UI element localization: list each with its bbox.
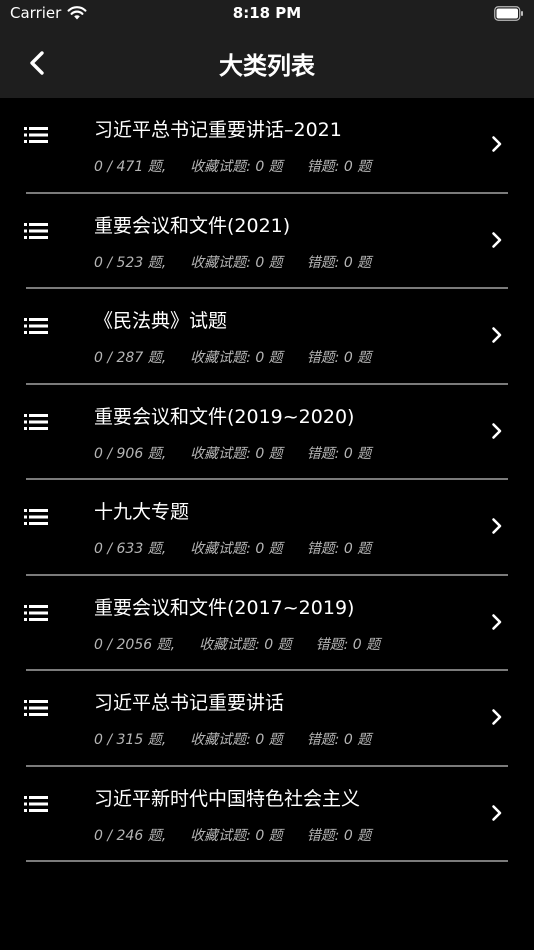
chevron-right-icon xyxy=(492,422,502,439)
status-time: 8:18 PM xyxy=(232,4,302,22)
progress-count: 0 / 246 题, xyxy=(94,827,167,844)
page-title: 大类列表 xyxy=(219,52,315,80)
list-icon xyxy=(24,222,48,239)
favorites-count: 收藏试题: 0 题 xyxy=(190,732,283,748)
errors-count: 错题: 0 题 xyxy=(306,159,372,175)
category-stats: 0 / 633 题, 收藏试题: 0 题 错题: 0 题 xyxy=(94,538,371,558)
category-row[interactable]: 重要会议和文件(2017~2019) 0 / 2056 题, 收藏试题: 0 题 错… xyxy=(0,576,534,671)
errors-count: 错题: 0 题 xyxy=(315,636,381,653)
chevron-right-icon xyxy=(492,613,502,630)
category-row[interactable]: 重要会议和文件(2021) 0 / 523 题, 收藏试题: 0 题 错题: 0 题 xyxy=(0,194,534,289)
chevron-right-icon xyxy=(492,327,502,343)
category-row[interactable]: 习近平总书记重要讲话 0 / 315 题, 收藏试题: 0 题 错题: 0 题 xyxy=(0,671,534,767)
favorites-count: 收藏试题: 0 题 xyxy=(199,636,292,653)
errors-count: 错题: 0 题 xyxy=(306,254,372,271)
category-list: 习近平总书记重要讲话–2021 0 / 471 题, 收藏试题: 0 题错题: 0… xyxy=(0,98,534,862)
chevron-right-icon xyxy=(492,231,502,248)
list-icon xyxy=(24,127,48,143)
chevron-right-icon xyxy=(492,804,502,821)
errors-count: 错题: 0 题 xyxy=(306,445,372,462)
category-row[interactable]: 习近平新时代中国特色社会主义 0 / 246 题, 收藏试题: 0 题 错题: 0 … xyxy=(0,767,534,862)
list-icon xyxy=(24,413,48,430)
category-title: 重要会议和文件(2019~2020) xyxy=(94,405,355,428)
list-icon xyxy=(24,604,48,621)
category-row[interactable]: 《民法典》试题 0 / 287 题, 收藏试题: 0 题 错题: 0 题 xyxy=(0,289,534,385)
category-stats: 0 / 906 题, 收藏试题: 0 题 错题: 0 题 xyxy=(94,443,371,463)
category-row[interactable]: 十九大专题 0 / 633 题, 收藏试题: 0 题 错题: 0 题 xyxy=(0,480,534,576)
category-stats: 0 / 2056 题, 收藏试题: 0 题 错题: 0 题 xyxy=(94,634,380,654)
battery-icon xyxy=(494,6,523,21)
list-icon xyxy=(24,318,48,334)
progress-count: 0 / 471 题, xyxy=(94,159,167,175)
category-title: 重要会议和文件(2021) xyxy=(94,214,291,237)
list-icon xyxy=(24,509,48,525)
row-divider xyxy=(26,860,508,862)
category-stats: 0 / 246 题, 收藏试题: 0 题 错题: 0 题 xyxy=(94,825,371,845)
category-title: 习近平新时代中国特色社会主义 xyxy=(94,787,361,810)
category-row[interactable]: 重要会议和文件(2019~2020) 0 / 906 题, 收藏试题: 0 题 错题… xyxy=(0,385,534,480)
errors-count: 错题: 0 题 xyxy=(306,732,372,748)
favorites-count: 收藏试题: 0 题 xyxy=(190,541,283,557)
category-title: 习近平总书记重要讲话–2021 xyxy=(94,119,342,141)
errors-count: 错题: 0 题 xyxy=(306,350,372,366)
chevron-right-icon xyxy=(492,709,502,725)
category-title: 《民法典》试题 xyxy=(94,310,228,332)
category-stats: 0 / 523 题, 收藏试题: 0 题 错题: 0 题 xyxy=(94,252,371,272)
category-title: 十九大专题 xyxy=(94,501,190,523)
list-icon xyxy=(24,700,48,716)
category-stats: 0 / 471 题, 收藏试题: 0 题 错题: 0 题 xyxy=(94,156,371,176)
category-stats: 0 / 315 题, 收藏试题: 0 题 错题: 0 题 xyxy=(94,729,371,749)
favorites-count: 收藏试题: 0 题 xyxy=(190,827,283,844)
progress-count: 0 / 315 题, xyxy=(94,732,167,748)
progress-count: 0 / 633 题, xyxy=(94,541,167,557)
errors-count: 错题: 0 题 xyxy=(306,827,372,844)
navigation-bar: 大类列表 xyxy=(0,28,534,98)
category-row[interactable]: 习近平总书记重要讲话–2021 0 / 471 题, 收藏试题: 0 题 错题: 0… xyxy=(0,98,534,194)
favorites-count: 收藏试题: 0 题 xyxy=(190,445,283,462)
list-icon xyxy=(24,795,48,812)
favorites-count: 收藏试题: 0 题 xyxy=(190,254,283,271)
favorites-count: 收藏试题: 0 题 xyxy=(190,350,283,366)
status-bar: Carrier 8:18 PM xyxy=(0,0,534,28)
chevron-right-icon xyxy=(492,136,502,152)
progress-count: 0 / 2056 题, xyxy=(94,636,176,653)
progress-count: 0 / 523 题, xyxy=(94,254,167,271)
category-title: 重要会议和文件(2017~2019) xyxy=(94,596,355,619)
category-stats: 0 / 287 题, 收藏试题: 0 题 错题: 0 题 xyxy=(94,347,371,367)
favorites-count: 收藏试题: 0 题 xyxy=(190,159,283,175)
progress-count: 0 / 287 题, xyxy=(94,350,167,366)
category-title: 习近平总书记重要讲话 xyxy=(94,692,285,714)
progress-count: 0 / 906 题, xyxy=(94,445,167,462)
errors-count: 错题: 0 题 xyxy=(306,541,372,557)
screen: Carrier 8:18 PM 大类列表 习近平总书记重要讲话–2021 0 /… xyxy=(0,0,534,950)
chevron-right-icon xyxy=(492,518,502,534)
